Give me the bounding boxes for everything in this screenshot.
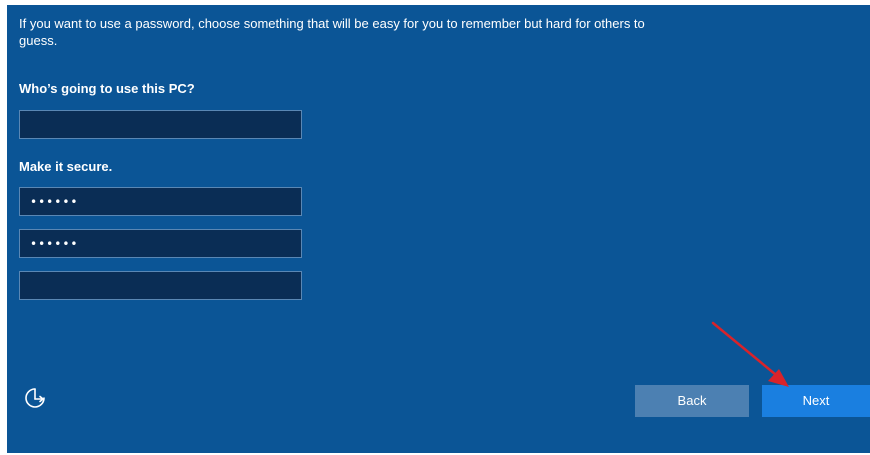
red-arrow-annotation <box>711 321 789 387</box>
password-input[interactable] <box>19 187 302 216</box>
confirm-password-input[interactable] <box>19 229 302 258</box>
password-hint-input[interactable] <box>19 271 302 300</box>
ease-of-access-icon[interactable] <box>23 386 47 410</box>
make-it-secure-label: Make it secure. <box>19 159 113 174</box>
user-name-label: Who’s going to use this PC? <box>19 81 195 96</box>
username-input[interactable] <box>19 110 302 139</box>
setup-screen: If you want to use a password, choose so… <box>7 5 870 453</box>
intro-text: If you want to use a password, choose so… <box>19 16 645 48</box>
